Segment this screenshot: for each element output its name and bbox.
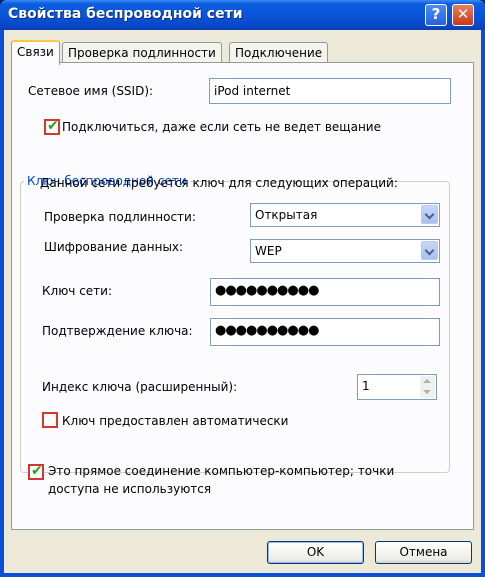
ok-button[interactable]: OK — [267, 541, 364, 564]
ssid-label: Сетевое имя (SSID): — [28, 84, 154, 98]
broadcast-checkbox-label[interactable]: Подключиться, даже если сеть не ведет ве… — [62, 120, 381, 134]
checkmark-icon: ✔ — [47, 118, 59, 134]
confirm-key-input[interactable]: ●●●●●●●●●● — [210, 318, 440, 346]
tab-authentication[interactable]: Проверка подлинности — [62, 42, 222, 64]
title-bar[interactable]: Свойства беспроводной сети ? ✕ — [0, 0, 485, 30]
network-key-label: Ключ сети: — [42, 284, 113, 298]
encryption-select[interactable]: WEP — [250, 239, 440, 263]
adhoc-checkbox-label-line1[interactable]: Это прямое соединение компьютер-компьюте… — [48, 464, 394, 478]
help-button[interactable]: ? — [425, 4, 447, 26]
ssid-input[interactable]: iPod internet — [209, 78, 451, 104]
key-index-value: 1 — [362, 379, 370, 393]
dialog-body: Связи Проверка подлинности Подключение С… — [4, 30, 481, 573]
spinner-buttons[interactable] — [420, 376, 435, 398]
adhoc-checkbox[interactable]: ✔ — [28, 463, 44, 480]
window-title: Свойства беспроводной сети — [8, 6, 243, 22]
key-index-spinner[interactable]: 1 — [357, 374, 437, 400]
network-key-input[interactable]: ●●●●●●●●●● — [210, 278, 440, 306]
chevron-down-icon[interactable] — [421, 205, 438, 224]
tab-connection[interactable]: Связи — [11, 40, 60, 65]
auth-select-value: Открытая — [255, 208, 318, 222]
broadcast-checkbox[interactable]: ✔ — [44, 118, 60, 135]
dialog-window: Свойства беспроводной сети ? ✕ Связи Про… — [0, 0, 485, 577]
auto-key-checkbox-label[interactable]: Ключ предоставлен автоматически — [62, 414, 288, 428]
cancel-button[interactable]: Отмена — [375, 541, 472, 564]
encryption-label: Шифрование данных: — [44, 240, 184, 254]
encryption-select-value: WEP — [255, 244, 282, 258]
key-description: Данной сети требуется ключ для следующих… — [40, 176, 398, 190]
checkmark-icon: ✔ — [31, 463, 43, 479]
key-index-label: Индекс ключа (расширенный): — [42, 380, 238, 394]
tab-connect[interactable]: Подключение — [229, 42, 329, 64]
auto-key-checkbox[interactable] — [42, 412, 58, 428]
adhoc-checkbox-label-line2[interactable]: доступа не используются — [48, 482, 211, 496]
auth-select[interactable]: Открытая — [250, 203, 440, 227]
spin-down-icon[interactable] — [423, 390, 431, 394]
chevron-down-icon[interactable] — [421, 241, 438, 260]
close-button[interactable]: ✕ — [452, 4, 474, 26]
spin-up-icon[interactable] — [423, 379, 431, 383]
confirm-key-label: Подтверждение ключа: — [42, 324, 193, 338]
auth-label: Проверка подлинности: — [44, 210, 196, 224]
